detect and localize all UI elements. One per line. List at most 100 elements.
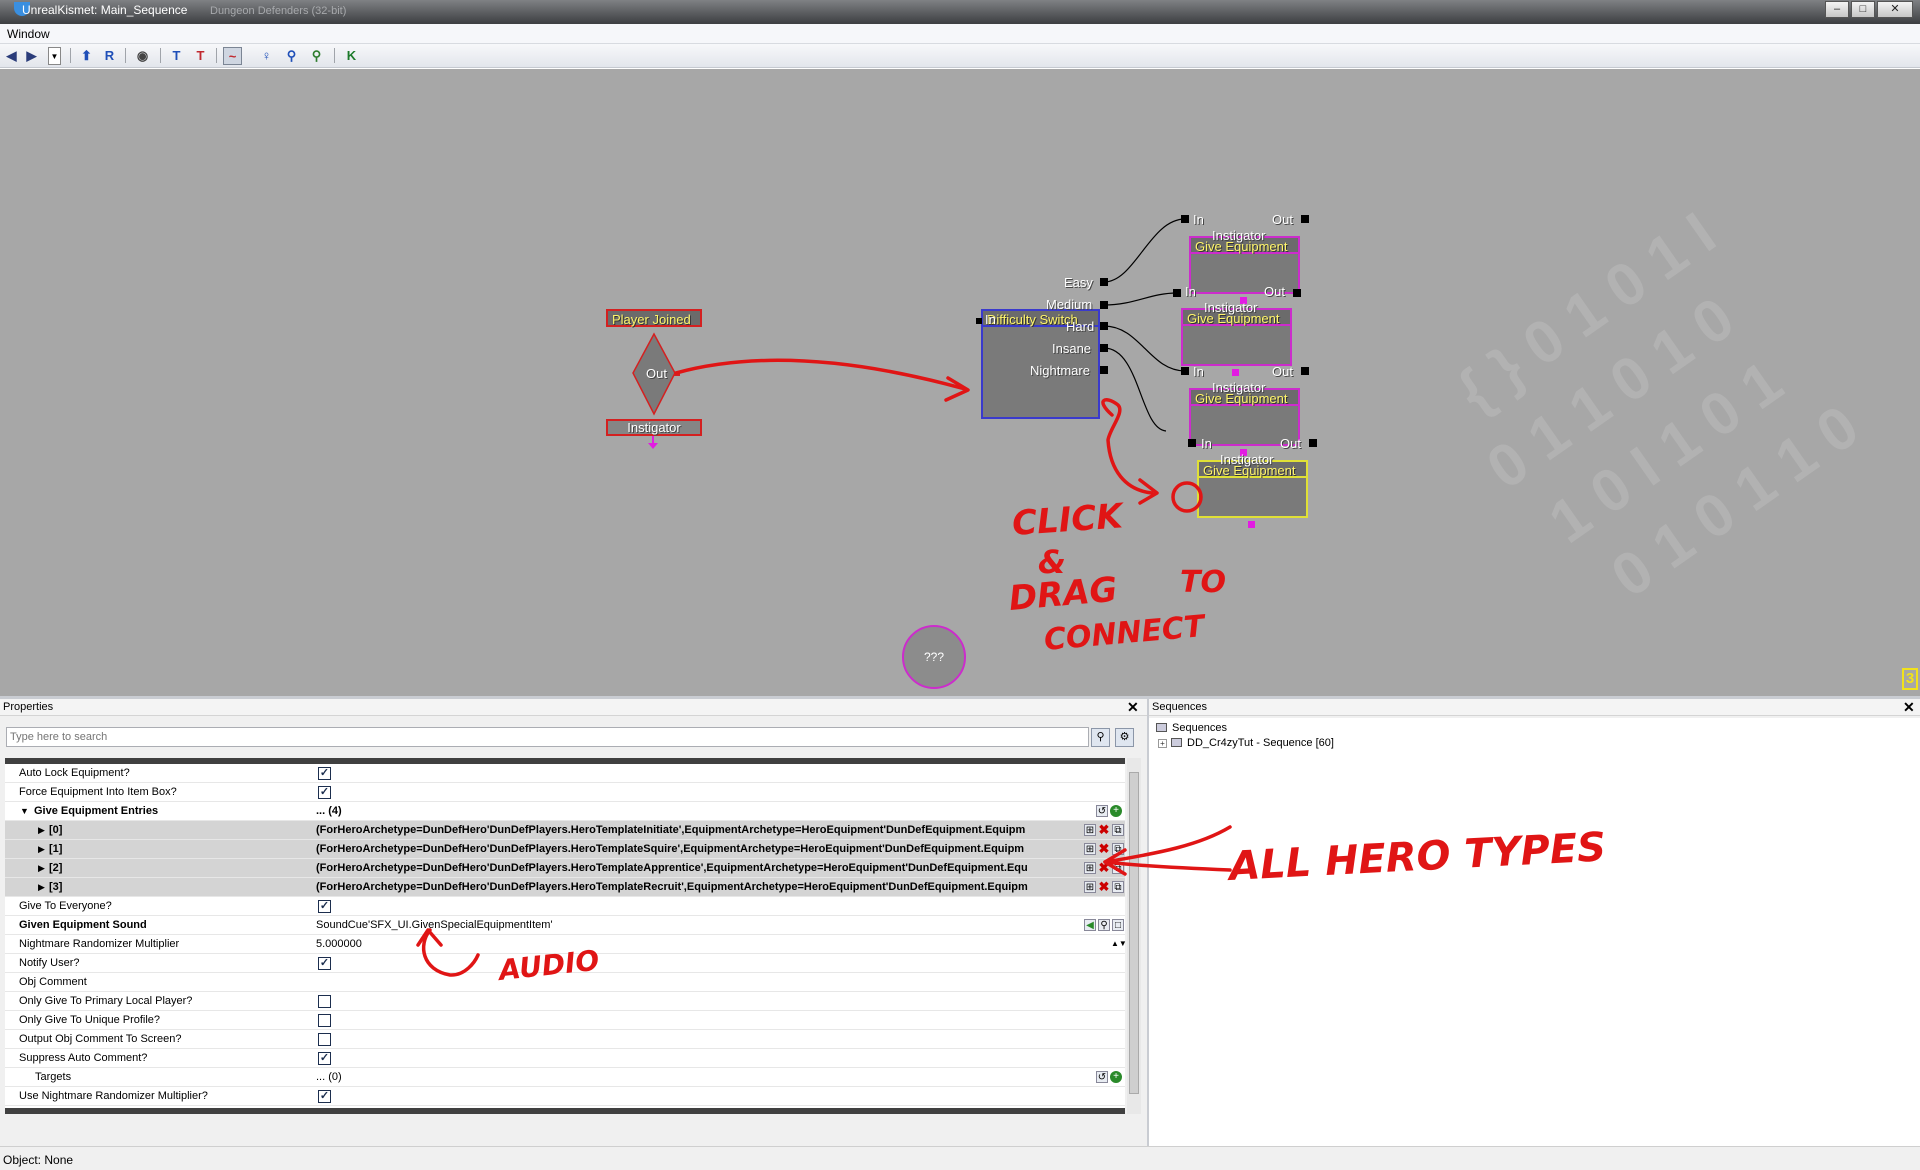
properties-search-input[interactable] [6, 727, 1089, 747]
expand-arrow-icon[interactable]: ▶ [38, 844, 45, 855]
delete-icon[interactable]: ✖ [1098, 823, 1110, 836]
property-row[interactable]: Notify User? ✓ [5, 954, 1125, 973]
event-instigator-label[interactable]: Instigator [606, 419, 702, 436]
bulb-icon[interactable]: ♀ [257, 47, 276, 65]
show-connectors-icon[interactable]: T [191, 47, 210, 65]
give-equipment-4-out-pin[interactable] [1309, 439, 1317, 447]
insert-icon[interactable]: ⊞ [1084, 862, 1096, 874]
give-equipment-4-instigator-pin[interactable] [1248, 521, 1255, 528]
maximize-button[interactable]: □ [1851, 1, 1875, 18]
use-selected-icon[interactable]: ◀ [1084, 919, 1096, 931]
duplicate-icon[interactable]: ⧉ [1112, 862, 1124, 874]
clear-icon[interactable]: □ [1112, 919, 1124, 931]
give-equipment-2-body[interactable] [1181, 326, 1292, 366]
property-grid-scrollbar[interactable] [1127, 758, 1141, 1114]
switch-easy-pin[interactable] [1100, 278, 1108, 286]
player-joined-title[interactable]: Player Joined [606, 309, 702, 327]
switch-insane-pin[interactable] [1100, 344, 1108, 352]
tree-item[interactable]: + DD_Cr4zyTut - Sequence [60] [1158, 737, 1334, 749]
property-row[interactable]: Suppress Auto Comment? ✓ [5, 1049, 1125, 1068]
array-element-row[interactable]: ▶ [3] (ForHeroArchetype=DunDefHero'DunDe… [5, 878, 1125, 897]
back-arrow-icon[interactable]: ◀ [2, 47, 21, 65]
property-row[interactable]: Given Equipment Sound SoundCue'SFX_UI.Gi… [5, 916, 1125, 935]
give-equipment-2-out-pin[interactable] [1293, 289, 1301, 297]
kismet-graph-canvas[interactable]: { } 0 1 0 1 I 0 1 1 0 1 0 1 0 I 1 0 1 0 … [0, 69, 1920, 696]
property-row-expanded[interactable]: ▼ Give Equipment Entries ... (4) ↺ + [5, 802, 1125, 821]
forward-arrow-icon[interactable]: ▶ [22, 47, 41, 65]
give-equipment-4-body[interactable] [1197, 478, 1308, 518]
parent-sequence-icon[interactable]: ⬆ [77, 47, 96, 65]
property-row[interactable]: Use Nightmare Randomizer Multiplier? ✓ [5, 1087, 1125, 1106]
property-value[interactable]: 5.000000 [316, 938, 1082, 950]
give-equipment-3-in-pin[interactable] [1181, 367, 1189, 375]
kismet-k-icon[interactable]: K [342, 47, 361, 65]
eye-icon[interactable]: ◉ [133, 47, 152, 65]
close-icon[interactable]: ✕ [1903, 699, 1915, 716]
spinner-icon[interactable]: ▲▼ [1111, 938, 1127, 950]
property-checkbox[interactable] [318, 1014, 331, 1027]
add-element-icon[interactable]: + [1110, 1071, 1122, 1083]
give-equipment-2-instigator-pin[interactable] [1232, 369, 1239, 376]
insert-icon[interactable]: ⊞ [1084, 843, 1096, 855]
property-checkbox[interactable]: ✓ [318, 1090, 331, 1103]
close-icon[interactable]: ✕ [1127, 699, 1139, 716]
give-equipment-2-in-pin[interactable] [1173, 289, 1181, 297]
property-row[interactable]: Only Give To Primary Local Player? [5, 992, 1125, 1011]
delete-icon[interactable]: ✖ [1098, 842, 1110, 855]
event-out-pin[interactable] [674, 372, 680, 376]
expand-tree-icon[interactable]: + [1158, 739, 1167, 748]
give-equipment-1-out-pin[interactable] [1301, 215, 1309, 223]
expand-arrow-icon[interactable]: ▶ [38, 882, 45, 893]
zoom-icon[interactable]: ⚲ [307, 47, 326, 65]
property-checkbox[interactable]: ✓ [318, 1052, 331, 1065]
add-element-icon[interactable]: + [1110, 805, 1122, 817]
insert-icon[interactable]: ⊞ [1084, 881, 1096, 893]
duplicate-icon[interactable]: ⧉ [1112, 881, 1124, 893]
give-equipment-4-in-pin[interactable] [1188, 439, 1196, 447]
property-checkbox[interactable]: ✓ [318, 786, 331, 799]
duplicate-icon[interactable]: ⧉ [1112, 824, 1124, 836]
expand-arrow-icon[interactable]: ▶ [38, 863, 45, 874]
menu-window[interactable]: Window [7, 27, 50, 41]
array-options-icon[interactable]: ↺ [1096, 1071, 1108, 1083]
property-checkbox[interactable]: ✓ [318, 767, 331, 780]
curve-icon[interactable]: ~ [223, 47, 242, 65]
property-row[interactable]: Force Equipment Into Item Box? ✓ [5, 783, 1125, 802]
switch-in-pin[interactable] [976, 318, 982, 324]
property-row[interactable]: Auto Lock Equipment? ✓ [5, 764, 1125, 783]
property-row[interactable]: Obj Comment [5, 973, 1125, 992]
tree-root[interactable]: Sequences [1156, 722, 1227, 734]
search-icon[interactable]: ⚲ [1091, 728, 1110, 747]
property-row[interactable]: Output Obj Comment To Screen? [5, 1030, 1125, 1049]
switch-nightmare-pin[interactable] [1100, 366, 1108, 374]
dropdown-icon[interactable]: ▼ [48, 47, 61, 65]
scrollbar-thumb[interactable] [1129, 772, 1139, 1094]
search-icon[interactable]: ⚲ [282, 47, 301, 65]
switch-medium-pin[interactable] [1100, 301, 1108, 309]
property-row[interactable]: Targets ... (0) ↺ + [5, 1068, 1125, 1087]
property-value[interactable]: SoundCue'SFX_UI.GivenSpecialEquipmentIte… [316, 919, 1082, 931]
array-options-icon[interactable]: ↺ [1096, 805, 1108, 817]
hide-connectors-icon[interactable]: T [167, 47, 186, 65]
array-element-row[interactable]: ▶ [0] (ForHeroArchetype=DunDefHero'DunDe… [5, 821, 1125, 840]
insert-icon[interactable]: ⊞ [1084, 824, 1096, 836]
property-row[interactable]: Nightmare Randomizer Multiplier 5.000000… [5, 935, 1127, 954]
minimize-button[interactable]: – [1825, 1, 1849, 18]
expand-arrow-icon[interactable]: ▶ [38, 825, 45, 836]
delete-icon[interactable]: ✖ [1098, 861, 1110, 874]
property-checkbox[interactable]: ✓ [318, 900, 331, 913]
give-equipment-3-out-pin[interactable] [1301, 367, 1309, 375]
rename-icon[interactable]: R [100, 47, 119, 65]
property-row[interactable]: Only Give To Unique Profile? [5, 1011, 1125, 1030]
duplicate-icon[interactable]: ⧉ [1112, 843, 1124, 855]
search-options-icon[interactable]: ⚙ [1115, 728, 1134, 747]
unknown-variable-node[interactable]: ??? [902, 625, 966, 689]
array-element-row[interactable]: ▶ [2] (ForHeroArchetype=DunDefHero'DunDe… [5, 859, 1125, 878]
property-checkbox[interactable]: ✓ [318, 957, 331, 970]
browse-icon[interactable]: ⚲ [1098, 919, 1110, 931]
array-element-row[interactable]: ▶ [1] (ForHeroArchetype=DunDefHero'DunDe… [5, 840, 1125, 859]
delete-icon[interactable]: ✖ [1098, 880, 1110, 893]
switch-hard-pin[interactable] [1100, 322, 1108, 330]
close-window-button[interactable]: ✕ [1877, 1, 1913, 18]
property-row[interactable]: Give To Everyone? ✓ [5, 897, 1125, 916]
